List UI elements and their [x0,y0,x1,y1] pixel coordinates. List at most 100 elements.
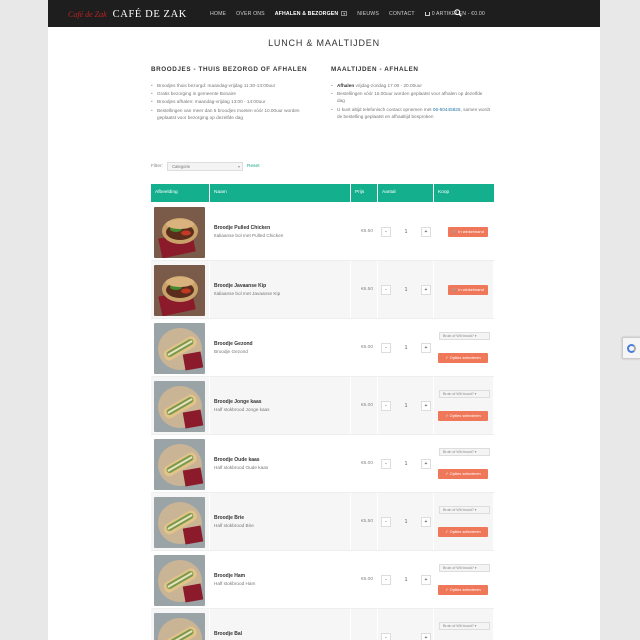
quantity-cell: - 1 + [378,261,434,318]
decrease-quantity-button[interactable]: - [381,343,391,353]
select-options-button[interactable]: ✓ Opties selecteren [438,469,488,479]
select-options-button[interactable]: ✓ Opties selecteren [438,411,488,421]
product-price: €6.50 [360,229,373,234]
chevron-down-icon[interactable]: ▾ [341,11,348,16]
decrease-quantity-button[interactable]: - [381,575,391,585]
nav-afhalen-bezorgen[interactable]: AFHALEN & BEZORGEN ▾ [275,11,348,17]
increase-quantity-button[interactable]: + [421,459,431,469]
bread-type-select[interactable]: Bruin of Wit brood? ▾ [439,506,490,514]
meals-item-bold: Afhalen [337,83,355,88]
decrease-quantity-button[interactable]: - [381,459,391,469]
bread-type-select[interactable]: Bruin of Wit brood? ▾ [439,564,490,572]
site-logo[interactable]: Café de Zak CAFÉ DE ZAK [68,6,187,22]
decrease-quantity-button[interactable]: - [381,401,391,411]
product-description: Half stokbrood Ham [214,581,256,586]
product-name[interactable]: Broodje Ham [214,573,255,579]
product-image[interactable] [154,497,205,548]
quantity-input[interactable]: 1 [405,287,408,293]
category-select[interactable]: Categorie [167,161,243,171]
quantity-input[interactable]: 1 [405,229,408,235]
decrease-quantity-button[interactable]: - [381,227,391,237]
product-image[interactable] [154,207,205,258]
product-image[interactable] [154,439,205,490]
buy-cell: Bruin of Wit brood? ▾ ✓ Opties selecteren [434,435,494,492]
bread-type-select[interactable]: Bruin of Wit brood? ▾ [439,622,490,630]
nav-contact[interactable]: CONTACT [389,11,415,17]
decrease-quantity-button[interactable]: - [381,285,391,295]
table-row: Broodje Jonge kaas Half stokbrood Jonge k… [151,377,494,435]
select-options-label: Opties selecteren [449,413,481,418]
buy-cell: 🛒 In winkelmand [434,261,494,318]
product-name[interactable]: Broodje Javaanse Kip [214,283,280,289]
product-name[interactable]: Broodje Bal [214,631,242,637]
product-image[interactable] [154,265,205,316]
product-name[interactable]: Broodje Gezond [214,341,253,347]
table-row: Broodje Pulled Chicken Italiaanse bol met… [151,203,494,261]
increase-quantity-button[interactable]: + [421,517,431,527]
nav-nieuws[interactable]: NIEUWS [357,11,379,17]
product-image[interactable] [154,555,205,606]
delivery-item: Gratis bezorging in gemeente Bonaire [151,90,311,97]
product-table-body: Broodje Pulled Chicken Italiaanse bol met… [151,203,494,640]
product-image[interactable] [154,323,205,374]
increase-quantity-button[interactable]: + [421,633,431,640]
product-description: Italiaanse bol met Pulled Chicken [214,233,284,238]
select-options-button[interactable]: ✓ Opties selecteren [438,585,488,595]
decrease-quantity-button[interactable]: - [381,517,391,527]
recaptcha-badge[interactable] [622,337,640,359]
quantity-input[interactable]: 1 [405,345,408,351]
quantity-input[interactable]: 1 [405,519,408,525]
product-price: €5.00 [360,403,373,408]
nav-home[interactable]: HOME [210,11,226,17]
quantity-cell: - 1 + [378,493,434,550]
price-cell: €5.00 [351,377,378,434]
quantity-input[interactable]: 1 [405,403,408,409]
add-to-cart-label: In winkelmand [458,287,484,292]
name-cell: Broodje Brie Half stokbrood Brie [210,493,351,550]
quantity-cell: - 1 + [378,203,434,260]
increase-quantity-button[interactable]: + [421,285,431,295]
product-name[interactable]: Broodje Pulled Chicken [214,225,283,231]
logo-mark: Café de Zak [68,9,107,19]
delivery-item: Broodjes thuis bezorgd: maandag-vrijdag … [151,82,311,89]
product-name[interactable]: Broodje Jonge kaas [214,399,270,405]
filter-reset-link[interactable]: Reset [247,164,260,169]
increase-quantity-button[interactable]: + [421,343,431,353]
select-options-button[interactable]: ✓ Opties selecteren [438,527,488,537]
select-options-button[interactable]: ✓ Opties selecteren [438,353,488,363]
product-description: Half stokbrood Oude kaas [214,465,269,470]
product-name[interactable]: Broodje Oude kaas [214,457,268,463]
search-icon[interactable] [454,9,462,17]
decrease-quantity-button[interactable]: - [381,633,391,640]
add-to-cart-button[interactable]: 🛒 In winkelmand [448,227,488,237]
product-name[interactable]: Broodje Brie [214,515,254,521]
product-description: Broodje Gezond [214,349,248,354]
top-navigation-bar: Café de Zak CAFÉ DE ZAK HOME OVER ONS AF… [48,0,600,27]
product-image[interactable] [154,613,205,640]
name-cell: Broodje Javaanse Kip Italiaanse bol met J… [210,261,351,318]
add-to-cart-button[interactable]: 🛒 In winkelmand [448,285,488,295]
bread-type-select[interactable]: Bruin of Wit brood? ▾ [439,390,490,398]
table-row: Broodje Brie Half stokbrood Brie €5.50-1 + B… [151,493,494,551]
meals-item: Afhalen vrijdag-zondag 17.00 - 20.00uur [331,82,491,89]
phone-link[interactable]: 06-50445826 [433,107,461,112]
buy-cell: Bruin of Wit brood? ▾ ✓ Opties selecteren [434,493,494,550]
bread-type-select[interactable]: Bruin of Wit brood? ▾ [439,448,490,456]
table-row: Broodje Gezond Broodje Gezond €5.00-1 + Brui… [151,319,494,377]
bread-type-select[interactable]: Bruin of Wit brood? ▾ [439,332,490,340]
buy-cell: 🛒 In winkelmand [434,203,494,260]
product-price: €6.50 [360,287,373,292]
image-cell [151,261,210,318]
quantity-input[interactable]: 1 [405,461,408,467]
increase-quantity-button[interactable]: + [421,227,431,237]
increase-quantity-button[interactable]: + [421,401,431,411]
name-cell: Broodje Bal [210,609,351,640]
meals-info: MAALTIJDEN - AFHALEN Afhalen vrijdag-zon… [331,66,491,121]
product-description: Half stokbrood Brie [214,523,254,528]
nav-over-ons[interactable]: OVER ONS [236,11,265,17]
header-naam: Naam [210,184,351,202]
price-cell: €6.00 [351,435,378,492]
increase-quantity-button[interactable]: + [421,575,431,585]
quantity-input[interactable]: 1 [405,577,408,583]
product-image[interactable] [154,381,205,432]
